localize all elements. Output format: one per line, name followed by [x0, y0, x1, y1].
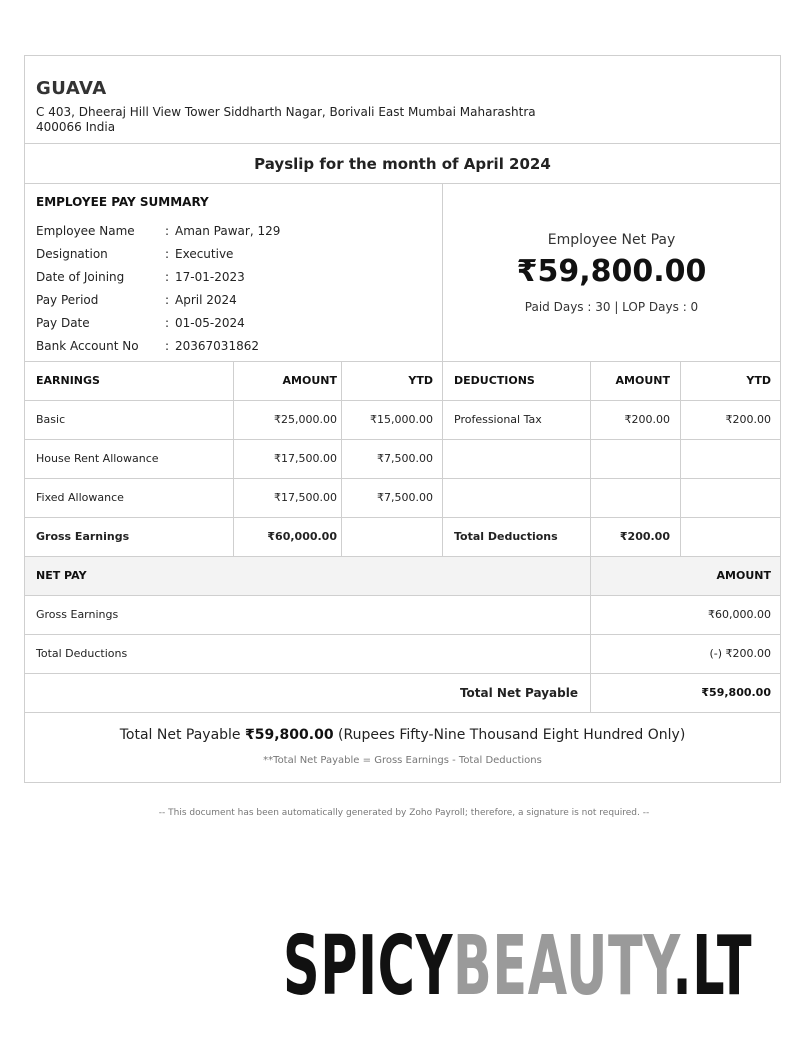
- total-net-payable-row: Total Net Payable ₹59,800.00: [25, 674, 780, 713]
- field-colon: :: [165, 316, 170, 330]
- gross-earnings-amount: ₹60,000.00: [234, 518, 342, 556]
- company-header: GUAVA C 403, Dheeraj Hill View Tower Sid…: [25, 56, 780, 144]
- table-cell: Basic: [25, 401, 234, 439]
- net-pay-row-label: Gross Earnings: [25, 596, 591, 634]
- header-deductions: DEDUCTIONS: [443, 362, 591, 400]
- field-colon: :: [165, 270, 170, 284]
- table-cell: ₹17,500.00: [234, 440, 342, 478]
- gross-earnings-label: Gross Earnings: [25, 518, 234, 556]
- table-cell: ₹200.00: [725, 413, 772, 426]
- field-value: 01-05-2024: [175, 316, 245, 330]
- field-colon: :: [165, 224, 170, 238]
- net-pay-amount-header: AMOUNT: [716, 569, 771, 582]
- table-cell: House Rent Allowance: [25, 440, 234, 478]
- table-cell: Fixed Allowance: [25, 479, 234, 517]
- net-pay-box: Employee Net Pay ₹59,800.00 Paid Days : …: [443, 184, 780, 361]
- payslip-title-row: Payslip for the month of April 2024: [25, 144, 780, 184]
- watermark-logo: SPICYBEAUTY.LT: [283, 922, 752, 1012]
- earnings-deductions-table: EARNINGS AMOUNT YTD DEDUCTIONS AMOUNT YT…: [25, 362, 780, 713]
- net-pay-amount: ₹59,800.00: [516, 254, 707, 289]
- watermark-part: .LT: [672, 919, 753, 1014]
- net-payable-formula: **Total Net Payable = Gross Earnings - T…: [263, 755, 542, 766]
- payslip: GUAVA C 403, Dheeraj Hill View Tower Sid…: [24, 55, 781, 783]
- table-cell: [681, 479, 780, 517]
- net-pay-header: NET PAY: [25, 557, 591, 595]
- header-deductions-amount: AMOUNT: [591, 362, 681, 400]
- net-pay-label: Employee Net Pay: [547, 232, 676, 248]
- total-deductions-label: Total Deductions: [443, 518, 591, 556]
- summary-details: EMPLOYEE PAY SUMMARY Employee Name : Ama…: [25, 184, 443, 361]
- total-net-payable-label: Total Net Payable: [25, 674, 591, 712]
- amount-in-words-block: Total Net Payable ₹59,800.00 (Rupees Fif…: [25, 710, 780, 783]
- header-earnings-ytd: YTD: [342, 362, 443, 400]
- table-cell: ₹7,500.00: [342, 479, 443, 517]
- table-cell: ₹200.00: [591, 401, 681, 439]
- field-colon: :: [165, 339, 170, 353]
- table-cell: ₹15,000.00: [342, 401, 443, 439]
- table-cell: [591, 440, 681, 478]
- field-value: Aman Pawar, 129: [175, 224, 281, 238]
- field-value: 17-01-2023: [175, 270, 245, 284]
- company-name: GUAVA: [36, 78, 107, 99]
- table-cell: ₹25,000.00: [234, 401, 342, 439]
- net-pay-row-amount: (-) ₹200.00: [709, 647, 771, 660]
- table-cell: [591, 479, 681, 517]
- field-colon: :: [165, 293, 170, 307]
- payslip-title: Payslip for the month of April 2024: [254, 155, 551, 173]
- table-cell: [443, 440, 591, 478]
- table-row: Fixed Allowance ₹17,500.00 ₹7,500.00: [25, 479, 780, 518]
- field-value: 20367031862: [175, 339, 259, 353]
- header-deductions-ytd: YTD: [746, 374, 771, 387]
- total-net-payable-amount: ₹59,800.00: [701, 686, 771, 699]
- table-cell: ₹17,500.00: [234, 479, 342, 517]
- field-label: Designation: [36, 247, 108, 261]
- net-pay-row-label: Total Deductions: [25, 635, 591, 673]
- gross-earnings-ytd: [342, 518, 443, 556]
- field-label: Employee Name: [36, 224, 135, 238]
- table-cell: Professional Tax: [443, 401, 591, 439]
- words-amount: ₹59,800.00: [245, 727, 334, 743]
- total-deductions-ytd: [681, 518, 780, 556]
- table-cell: [681, 440, 780, 478]
- paid-days-text: Paid Days : 30 | LOP Days : 0: [524, 300, 699, 314]
- net-pay-row: Total Deductions (-) ₹200.00: [25, 635, 780, 674]
- table-row: Basic ₹25,000.00 ₹15,000.00 Professional…: [25, 401, 780, 440]
- words-prefix: Total Net Payable: [119, 727, 241, 743]
- words-text: (Rupees Fifty-Nine Thousand Eight Hundre…: [338, 727, 686, 743]
- net-pay-header-row: NET PAY AMOUNT: [25, 557, 780, 596]
- header-earnings-amount: AMOUNT: [234, 362, 342, 400]
- employee-pay-summary: EMPLOYEE PAY SUMMARY Employee Name : Ama…: [25, 184, 780, 362]
- table-row: House Rent Allowance ₹17,500.00 ₹7,500.0…: [25, 440, 780, 479]
- table-totals-row: Gross Earnings ₹60,000.00 Total Deductio…: [25, 518, 780, 557]
- field-label: Pay Date: [36, 316, 90, 330]
- disclaimer: -- This document has been automatically …: [158, 808, 650, 818]
- net-pay-row: Gross Earnings ₹60,000.00: [25, 596, 780, 635]
- header-earnings: EARNINGS: [25, 362, 234, 400]
- total-deductions-amount: ₹200.00: [591, 518, 681, 556]
- table-header-row: EARNINGS AMOUNT YTD DEDUCTIONS AMOUNT YT…: [25, 362, 780, 401]
- summary-heading: EMPLOYEE PAY SUMMARY: [36, 195, 209, 209]
- company-address: C 403, Dheeraj Hill View Tower Siddharth…: [36, 105, 536, 134]
- watermark-part: SPICY: [283, 919, 454, 1014]
- field-label: Pay Period: [36, 293, 99, 307]
- table-cell: [443, 479, 591, 517]
- field-label: Bank Account No: [36, 339, 139, 353]
- table-cell: ₹7,500.00: [342, 440, 443, 478]
- field-value: April 2024: [175, 293, 237, 307]
- field-value: Executive: [175, 247, 234, 261]
- field-label: Date of Joining: [36, 270, 125, 284]
- watermark-part: BEAUTY: [453, 919, 673, 1014]
- field-colon: :: [165, 247, 170, 261]
- net-pay-row-amount: ₹60,000.00: [708, 608, 771, 621]
- amount-in-words-line: Total Net Payable ₹59,800.00 (Rupees Fif…: [25, 727, 780, 743]
